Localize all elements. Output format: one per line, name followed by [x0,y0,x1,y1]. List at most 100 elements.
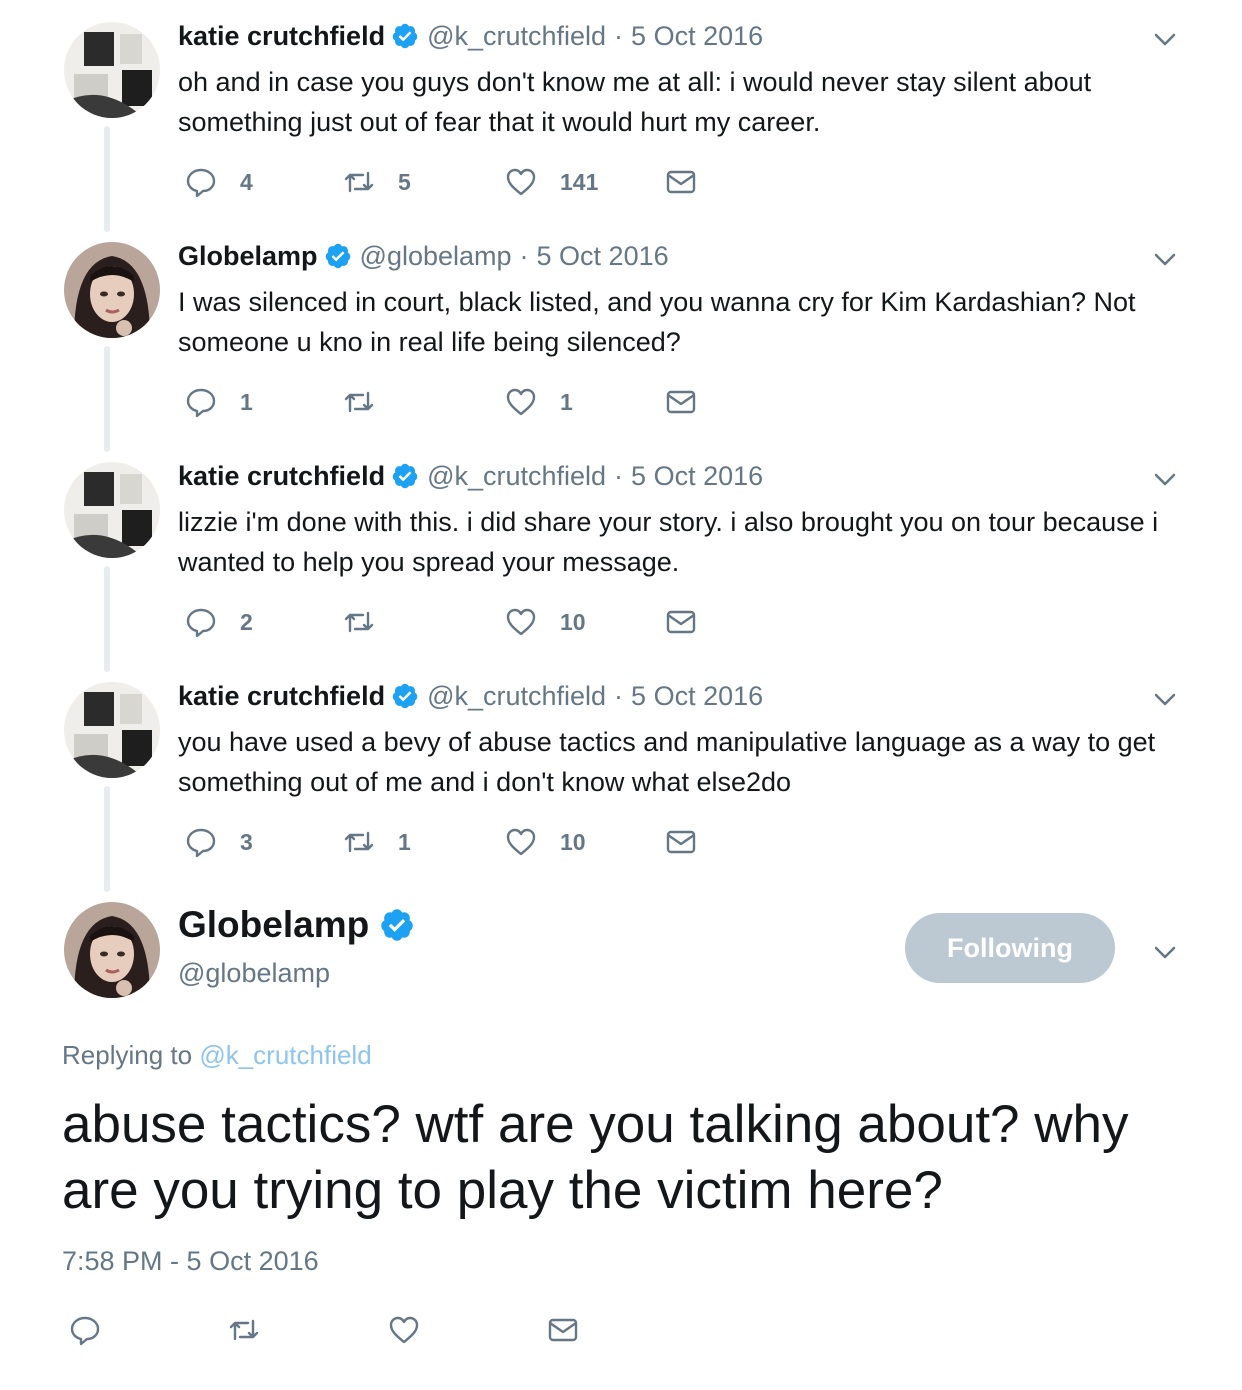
like-button[interactable]: 141 [504,162,598,202]
tweet-header: katie crutchfield @k_crutchfield · 5 Oct… [178,18,763,54]
reply-button[interactable]: 4 [184,162,253,202]
replying-to: Replying to @k_crutchfield [62,1040,372,1071]
dm-icon [666,830,696,854]
like-icon [389,1316,419,1344]
reply-button[interactable]: 1 [184,382,253,422]
main-tweet-actions [0,1310,1242,1350]
author-handle[interactable]: @k_crutchfield [427,21,606,52]
thread-tweet[interactable]: katie crutchfield @k_crutchfield · 5 Oct… [0,678,1242,892]
tweet-date[interactable]: 5 Oct 2016 [631,21,763,52]
like-icon [506,608,536,636]
tweet-date[interactable]: 5 Oct 2016 [631,681,763,712]
dm-icon [666,170,696,194]
dm-button[interactable] [664,162,698,202]
chevron-down-icon[interactable] [1150,464,1180,494]
dm-icon [666,610,696,634]
tweet-text: oh and in case you guys don't know me at… [178,67,1092,137]
verified-icon [381,909,413,941]
reply-icon [186,828,216,858]
separator: · [614,460,624,491]
thread-line [104,566,110,672]
dm-button[interactable] [664,382,698,422]
retweet-button[interactable] [342,382,398,422]
like-count: 141 [560,168,599,195]
like-icon [506,168,536,196]
avatar[interactable] [64,242,160,338]
dm-button[interactable] [546,1310,580,1350]
main-author-handle[interactable]: @globelamp [178,958,330,989]
dm-icon [548,1318,578,1342]
replying-mention[interactable]: @k_crutchfield [199,1040,371,1070]
retweet-button[interactable]: 5 [342,162,411,202]
tweet-header: katie crutchfield @k_crutchfield · 5 Oct… [178,678,763,714]
author-handle[interactable]: @globelamp [360,241,512,272]
dm-button[interactable] [664,822,698,862]
thread-tweet[interactable]: katie crutchfield @k_crutchfield · 5 Oct… [0,18,1242,232]
reply-button[interactable] [68,1310,102,1350]
separator: · [614,20,624,51]
tweet-date[interactable]: 5 Oct 2016 [631,461,763,492]
reply-count: 4 [240,168,253,195]
verified-icon [392,683,418,709]
like-button[interactable]: 10 [504,822,586,862]
main-avatar[interactable] [64,902,160,998]
thread-tweet[interactable]: katie crutchfield @k_crutchfield · 5 Oct… [0,458,1242,672]
following-button[interactable]: Following [905,913,1115,983]
tweet-text: lizzie i'm done with this. i did share y… [178,507,1159,577]
like-button[interactable]: 1 [504,382,573,422]
reply-icon [186,168,216,198]
main-author-name[interactable]: Globelamp [178,904,369,946]
retweet-count: 5 [398,168,411,195]
author-name[interactable]: Globelamp [178,241,318,272]
like-button[interactable]: 10 [504,602,586,642]
retweet-icon [344,611,374,633]
reply-button[interactable]: 2 [184,602,253,642]
author-handle[interactable]: @k_crutchfield [427,681,606,712]
retweet-count: 1 [398,828,411,855]
reply-icon [70,1316,100,1346]
like-icon [506,388,536,416]
chevron-down-icon[interactable] [1150,937,1180,967]
reply-count: 3 [240,828,253,855]
tweet-date[interactable]: 5 Oct 2016 [537,241,669,272]
chevron-down-icon[interactable] [1150,684,1180,714]
retweet-icon [344,391,374,413]
like-button[interactable] [387,1310,421,1350]
separator: · [614,680,624,711]
verified-icon [392,23,418,49]
reply-icon [186,608,216,638]
retweet-icon [344,171,374,193]
author-name[interactable]: katie crutchfield [178,21,385,52]
reply-count: 2 [240,608,253,635]
retweet-button[interactable] [227,1310,261,1350]
reply-icon [186,388,216,418]
reply-button[interactable]: 3 [184,822,253,862]
avatar[interactable] [64,682,160,778]
thread-tweet[interactable]: Globelamp @globelamp · 5 Oct 2016 I was … [0,238,1242,452]
avatar[interactable] [64,22,160,118]
main-timestamp[interactable]: 7:58 PM - 5 Oct 2016 [62,1246,319,1277]
chevron-down-icon[interactable] [1150,24,1180,54]
author-handle[interactable]: @k_crutchfield [427,461,606,492]
thread-line [104,346,110,452]
avatar[interactable] [64,462,160,558]
author-name[interactable]: katie crutchfield [178,681,385,712]
like-count: 1 [560,388,573,415]
like-count: 10 [560,608,586,635]
like-icon [506,828,536,856]
retweet-icon [344,831,374,853]
replying-prefix: Replying to [62,1040,193,1070]
tweet-header: Globelamp @globelamp · 5 Oct 2016 [178,238,669,274]
chevron-down-icon[interactable] [1150,244,1180,274]
dm-button[interactable] [664,602,698,642]
retweet-button[interactable] [342,602,398,642]
retweet-icon [229,1319,259,1341]
tweet-text: I was silenced in court, black listed, a… [178,287,1136,357]
like-count: 10 [560,828,586,855]
dm-icon [666,390,696,414]
main-tweet-text: abuse tactics? wtf are you talking about… [62,1095,1129,1220]
tweet-text: you have used a bevy of abuse tactics an… [178,727,1156,797]
verified-icon [325,243,350,269]
author-name[interactable]: katie crutchfield [178,461,385,492]
retweet-button[interactable]: 1 [342,822,411,862]
